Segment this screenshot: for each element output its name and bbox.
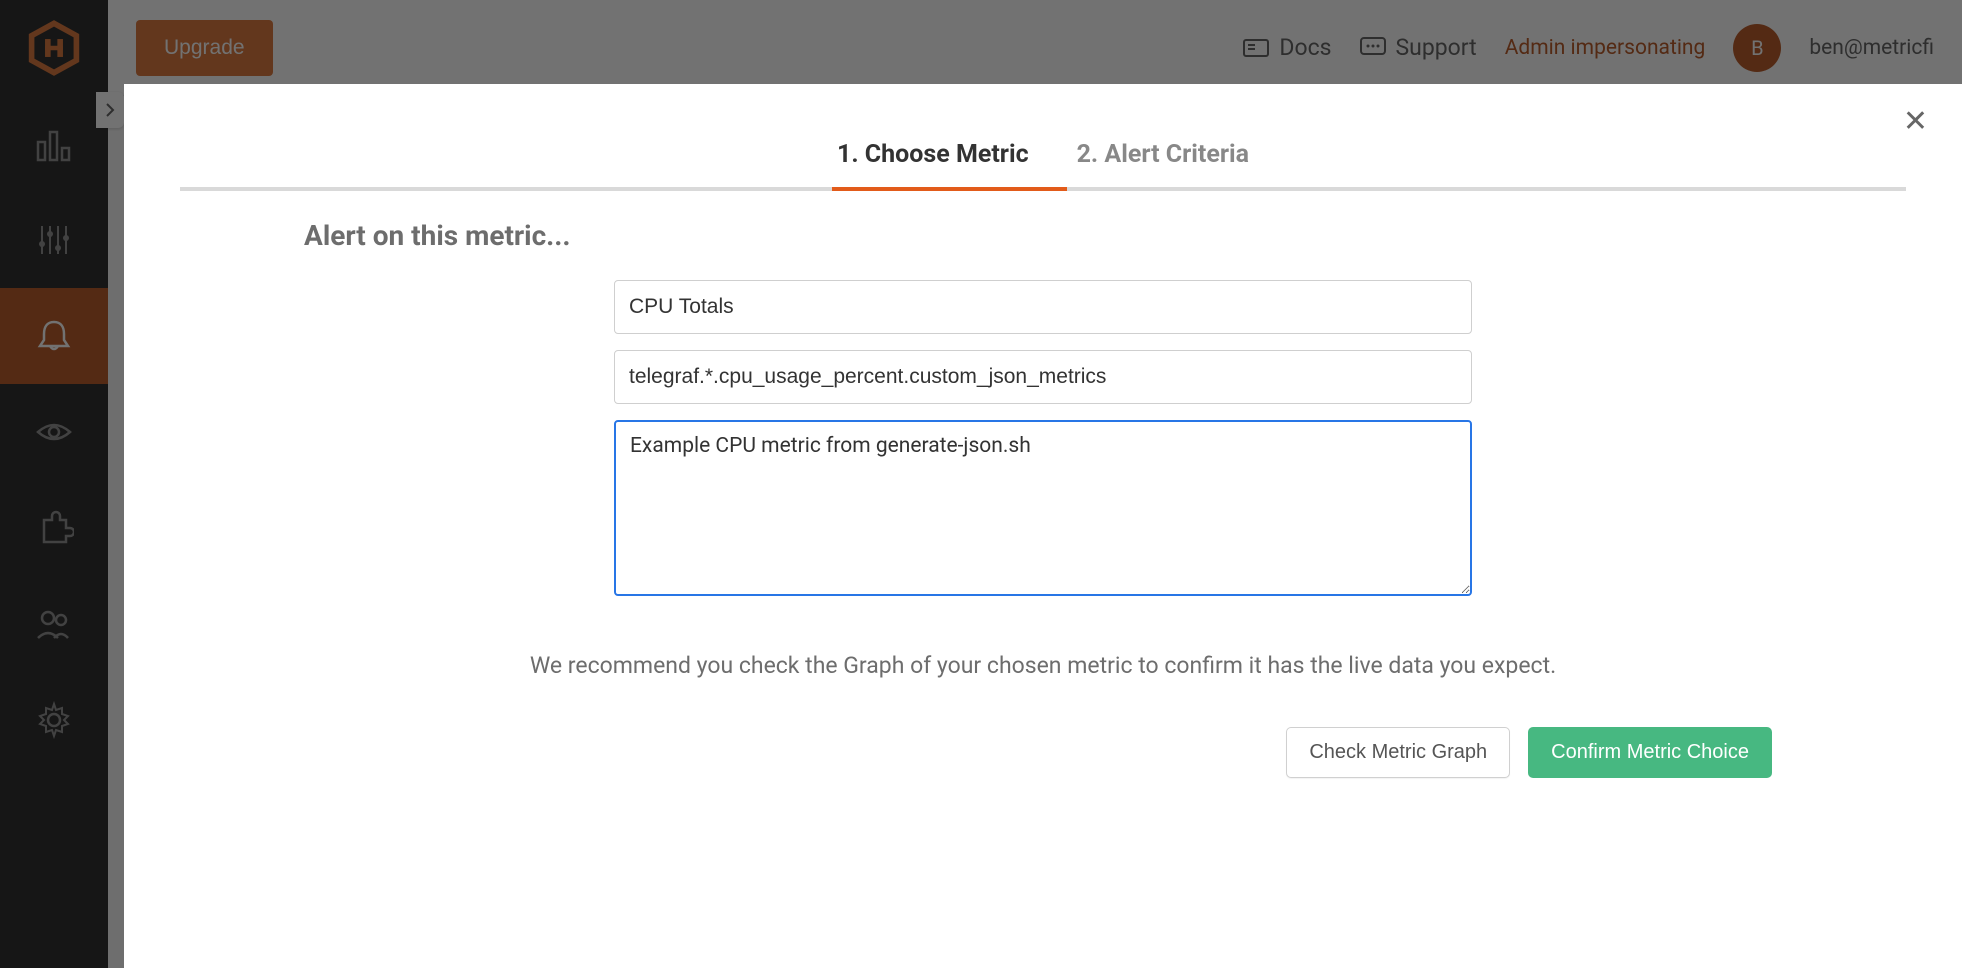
create-alert-modal: ✕ 1. Choose Metric 2. Alert Criteria Ale… bbox=[124, 84, 1962, 968]
step-progress-indicator bbox=[832, 187, 1067, 191]
step-progress-bar bbox=[180, 187, 1906, 191]
modal-body: Alert on this metric... We recommend you… bbox=[124, 191, 1962, 818]
step-choose-metric[interactable]: 1. Choose Metric bbox=[833, 128, 1033, 187]
modal-steps: 1. Choose Metric 2. Alert Criteria bbox=[124, 84, 1962, 187]
metric-name-input[interactable] bbox=[614, 280, 1472, 334]
check-metric-graph-button[interactable]: Check Metric Graph bbox=[1286, 727, 1510, 778]
modal-close-button[interactable]: ✕ bbox=[1903, 104, 1928, 139]
recommend-text: We recommend you check the Graph of your… bbox=[304, 652, 1782, 679]
confirm-metric-choice-button[interactable]: Confirm Metric Choice bbox=[1528, 727, 1772, 778]
modal-button-row: Check Metric Graph Confirm Metric Choice bbox=[304, 727, 1782, 778]
metric-form bbox=[614, 280, 1472, 596]
metric-description-textarea[interactable] bbox=[614, 420, 1472, 596]
metric-path-input[interactable] bbox=[614, 350, 1472, 404]
section-title: Alert on this metric... bbox=[304, 219, 1782, 252]
step-alert-criteria[interactable]: 2. Alert Criteria bbox=[1073, 128, 1253, 187]
